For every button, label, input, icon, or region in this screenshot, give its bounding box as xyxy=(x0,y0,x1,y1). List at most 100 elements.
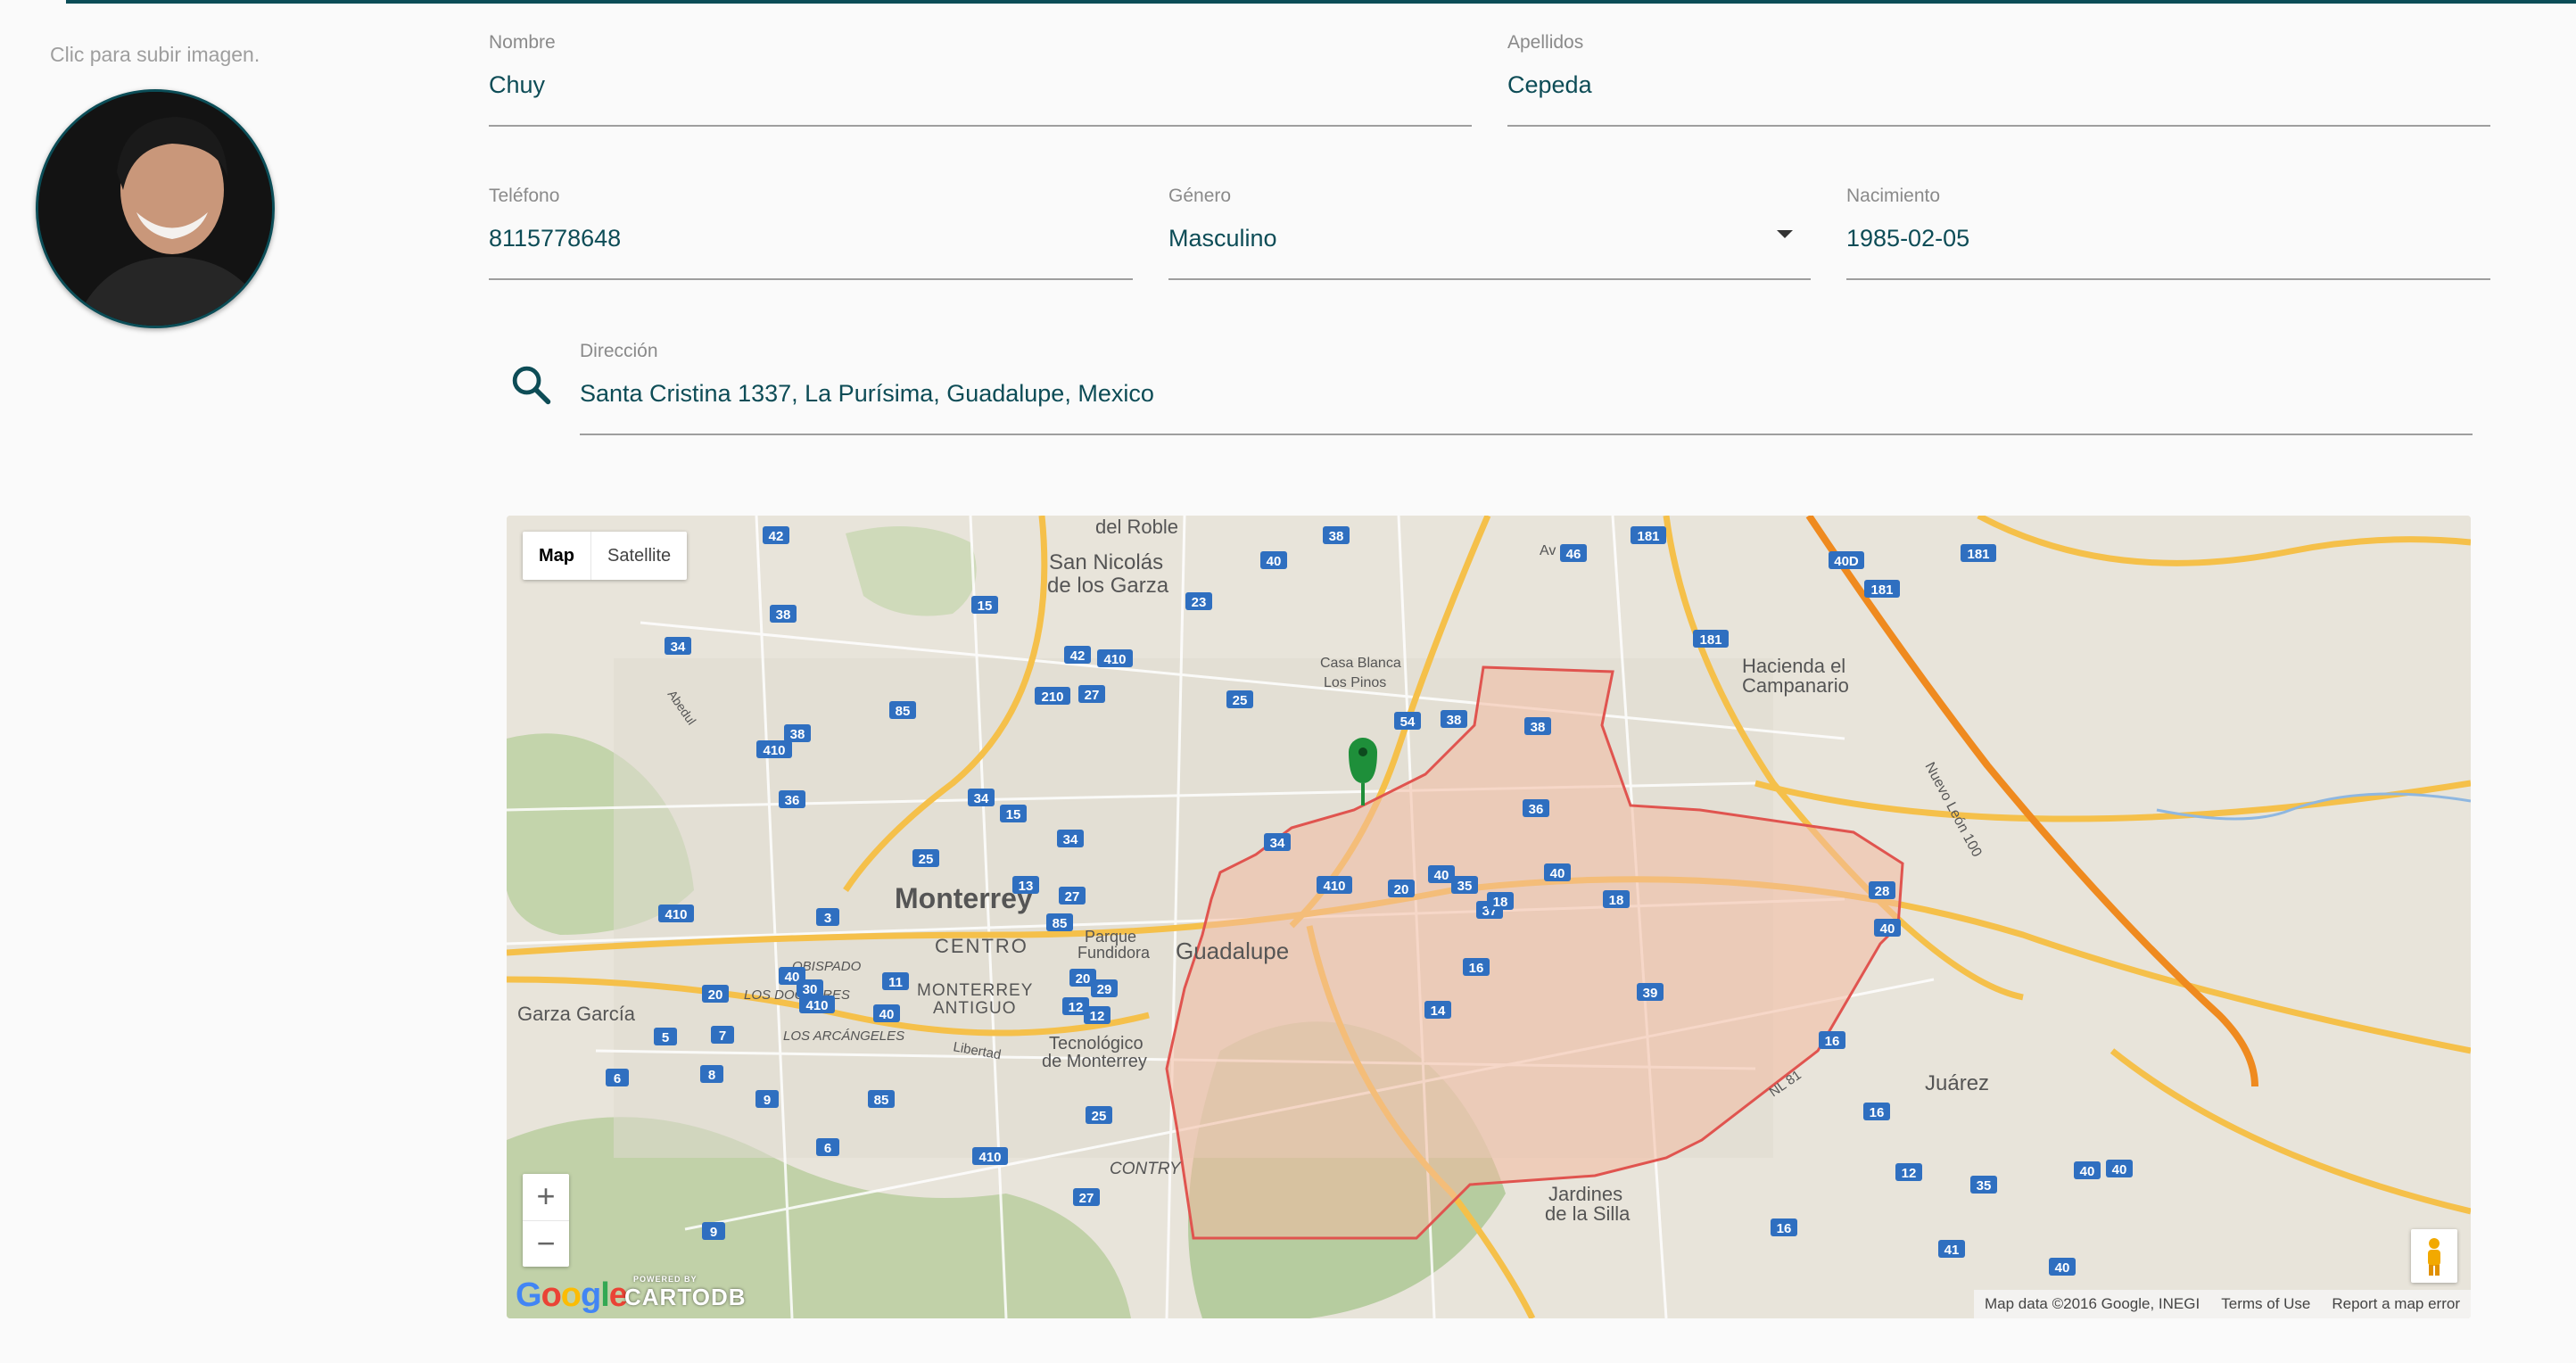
road-shield: 27 xyxy=(1073,1188,1100,1206)
apellidos-label: Apellidos xyxy=(1507,32,1584,53)
svg-text:40D: 40D xyxy=(1834,554,1859,569)
place-juarez: Juárez xyxy=(1925,1071,1989,1095)
road-shield: 181 xyxy=(1693,630,1729,648)
nombre-value[interactable]: Chuy xyxy=(489,71,545,99)
search-icon[interactable] xyxy=(508,362,555,409)
road-shield: 30 xyxy=(797,979,823,997)
place-jardines-2: de la Silla xyxy=(1545,1202,1631,1225)
svg-text:25: 25 xyxy=(919,852,934,867)
terms-of-use-link[interactable]: Terms of Use xyxy=(2210,1290,2321,1318)
svg-text:38: 38 xyxy=(1447,713,1462,728)
road-shield: 85 xyxy=(889,701,916,719)
road-shield: 39 xyxy=(1637,983,1664,1001)
svg-text:40: 40 xyxy=(2112,1162,2127,1177)
road-shield: 15 xyxy=(971,596,998,614)
nacimiento-field[interactable]: Nacimiento 1985-02-05 xyxy=(1846,186,2490,280)
svg-text:41: 41 xyxy=(1944,1243,1960,1258)
map-type-map-button[interactable]: Map xyxy=(523,532,591,580)
svg-text:40: 40 xyxy=(1267,554,1282,569)
svg-text:28: 28 xyxy=(1875,884,1890,899)
svg-text:16: 16 xyxy=(1469,961,1484,976)
nacimiento-value[interactable]: 1985-02-05 xyxy=(1846,225,1969,252)
svg-text:40: 40 xyxy=(2055,1260,2070,1276)
map-canvas[interactable]: Monterrey CENTRO Guadalupe San Nicolás d… xyxy=(507,516,2471,1318)
direccion-underline xyxy=(580,434,2473,435)
map-type-control[interactable]: Map Satellite xyxy=(523,532,688,580)
genero-value[interactable]: Masculino xyxy=(1168,225,1277,252)
road-shield: 9 xyxy=(702,1222,725,1240)
svg-text:11: 11 xyxy=(888,975,903,990)
road-shield: 11 xyxy=(882,972,909,990)
svg-text:410: 410 xyxy=(805,998,828,1013)
zoom-in-button[interactable]: + xyxy=(523,1174,569,1221)
place-tec-2: de Monterrey xyxy=(1042,1052,1147,1071)
svg-text:9: 9 xyxy=(764,1093,771,1108)
road-shield: 12 xyxy=(1084,1006,1110,1024)
place-tec: Tecnológico xyxy=(1049,1034,1144,1053)
road-shield: 54 xyxy=(1394,712,1421,730)
road-shield: 181 xyxy=(1864,580,1900,598)
svg-text:410: 410 xyxy=(763,743,785,758)
road-shield: 42 xyxy=(1064,646,1091,664)
direccion-field[interactable]: Dirección Santa Cristina 1337, La Purísi… xyxy=(580,341,2473,435)
apellidos-underline xyxy=(1507,125,2490,127)
place-mty-antiguo-2: ANTIGUO xyxy=(933,999,1017,1018)
svg-text:29: 29 xyxy=(1097,982,1112,997)
nombre-label: Nombre xyxy=(489,32,556,53)
nacimiento-underline xyxy=(1846,278,2490,280)
road-shield: 36 xyxy=(779,790,805,808)
road-shield: 410 xyxy=(1097,649,1133,667)
nombre-field[interactable]: Nombre Chuy xyxy=(489,32,1472,127)
dropdown-caret-icon[interactable] xyxy=(1777,230,1793,238)
svg-text:36: 36 xyxy=(1529,802,1544,817)
road-shield: 38 xyxy=(770,605,797,623)
road-shield: 181 xyxy=(1631,526,1666,544)
road-shield: 23 xyxy=(1185,592,1212,610)
svg-text:42: 42 xyxy=(769,529,784,544)
street-view-pegman-icon[interactable] xyxy=(2411,1229,2457,1283)
map-type-satellite-button[interactable]: Satellite xyxy=(591,532,687,580)
cartodb-logo: POWERED BY CARTODB xyxy=(624,1275,747,1310)
genero-select[interactable]: Género Masculino xyxy=(1168,186,1811,280)
svg-text:39: 39 xyxy=(1643,986,1658,1001)
road-shield: 35 xyxy=(1970,1176,1997,1194)
telefono-value[interactable]: 8115778648 xyxy=(489,225,621,252)
road-shield: 15 xyxy=(1000,805,1027,822)
zoom-control[interactable]: + − xyxy=(523,1174,569,1267)
road-shield: 12 xyxy=(1895,1163,1922,1181)
svg-text:85: 85 xyxy=(1053,916,1068,931)
map[interactable]: Monterrey CENTRO Guadalupe San Nicolás d… xyxy=(507,516,2471,1318)
svg-text:42: 42 xyxy=(1070,648,1086,664)
zoom-out-button[interactable]: − xyxy=(523,1221,569,1268)
google-logo: Google xyxy=(516,1276,628,1314)
svg-text:40: 40 xyxy=(1550,866,1565,881)
avatar[interactable] xyxy=(36,89,275,328)
road-shield: 34 xyxy=(1264,833,1291,851)
svg-text:6: 6 xyxy=(614,1071,621,1086)
telefono-field[interactable]: Teléfono 8115778648 xyxy=(489,186,1133,280)
road-shield: 46 xyxy=(1560,544,1587,562)
svg-text:27: 27 xyxy=(1065,889,1080,905)
apellidos-field[interactable]: Apellidos Cepeda xyxy=(1507,32,2490,127)
svg-text:27: 27 xyxy=(1079,1191,1094,1206)
road-shield: 16 xyxy=(1771,1218,1797,1236)
place-garza-garcia: Garza García xyxy=(517,1003,636,1025)
apellidos-value[interactable]: Cepeda xyxy=(1507,71,1592,99)
report-map-error-link[interactable]: Report a map error xyxy=(2321,1290,2471,1318)
place-san-nicolas-2: de los Garza xyxy=(1047,574,1169,598)
place-contry: CONTRY xyxy=(1110,1160,1182,1178)
svg-text:40: 40 xyxy=(1434,868,1449,883)
road-shield: 18 xyxy=(1603,890,1630,908)
road-shield: 16 xyxy=(1819,1031,1845,1049)
road-shield: 40 xyxy=(1544,863,1571,881)
direccion-label: Dirección xyxy=(580,341,658,361)
place-casa-blanca: Casa Blanca xyxy=(1320,656,1401,671)
place-los-pinos: Los Pinos xyxy=(1324,675,1386,690)
svg-text:5: 5 xyxy=(662,1030,669,1045)
direccion-value[interactable]: Santa Cristina 1337, La Purísima, Guadal… xyxy=(580,380,1154,408)
svg-text:40: 40 xyxy=(1880,921,1895,937)
svg-text:25: 25 xyxy=(1233,693,1248,708)
road-shield: 35 xyxy=(1451,876,1478,894)
road-shield: 13 xyxy=(1012,876,1039,894)
place-hacienda-2: Campanario xyxy=(1742,674,1849,697)
